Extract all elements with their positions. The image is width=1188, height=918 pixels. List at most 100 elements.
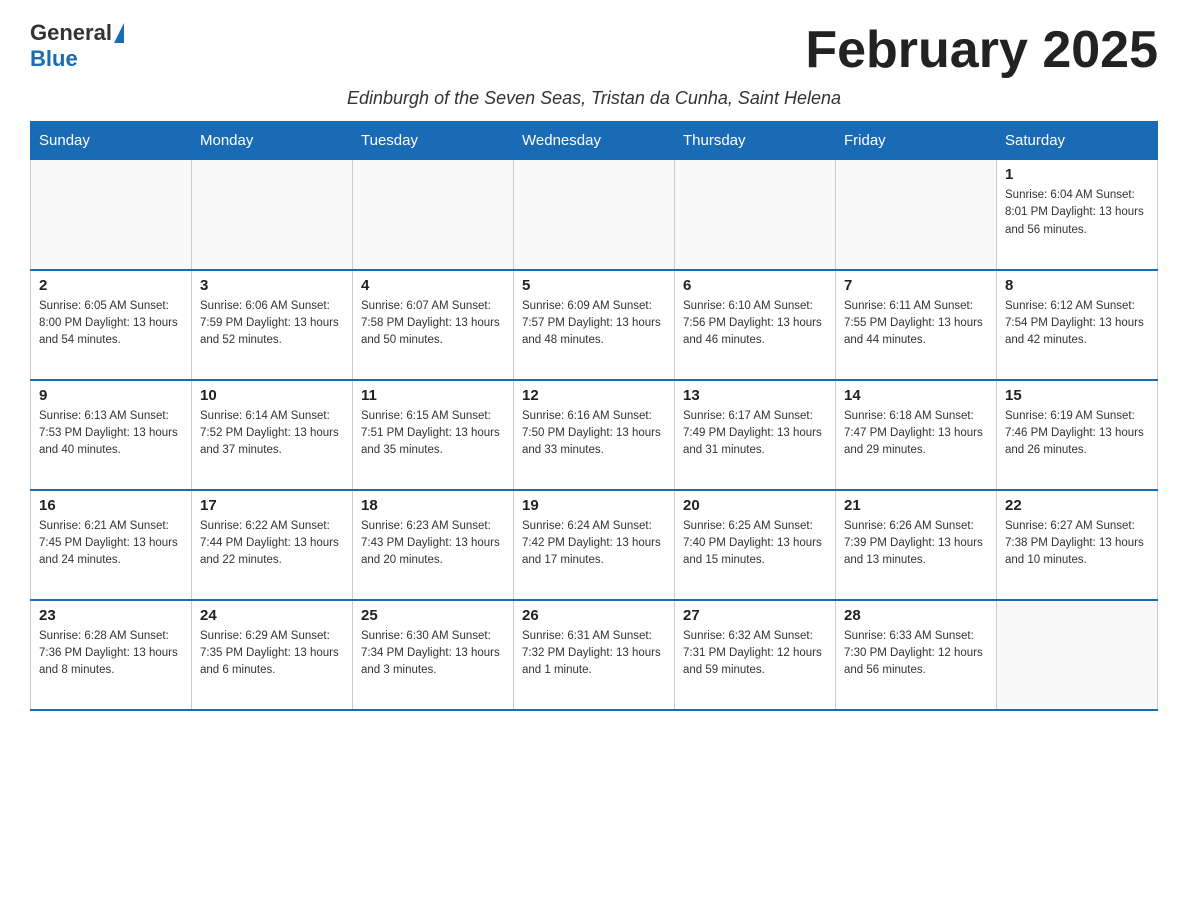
weekday-header-row: SundayMondayTuesdayWednesdayThursdayFrid… [31,122,1158,160]
weekday-header-wednesday: Wednesday [514,122,675,160]
table-row: 25 Sunrise: 6:30 AM Sunset: 7:34 PM Dayli… [353,600,514,710]
table-row: 19Sunrise: 6:24 AM Sunset: 7:42 PM Dayli… [514,490,675,600]
table-row: 24 Sunrise: 6:29 AM Sunset: 7:35 PM Dayli… [192,600,353,710]
day-info: Sunrise: 6:16 AM Sunset: 7:50 PM Dayligh… [522,408,666,460]
day-number: 7 [844,277,988,294]
table-row: 21 Sunrise: 6:26 AM Sunset: 7:39 PM Dayli… [836,490,997,600]
day-number: 3 [200,277,344,294]
day-number: 9 [39,387,183,404]
day-number: 10 [200,387,344,404]
day-info: Sunrise: 6:06 AM Sunset: 7:59 PM Dayligh… [200,298,344,350]
day-number: 1 [1005,166,1149,183]
day-info: Sunrise: 6:09 AM Sunset: 7:57 PM Dayligh… [522,298,666,350]
table-row [675,160,836,270]
day-info: Sunrise: 6:24 AM Sunset: 7:42 PM Dayligh… [522,518,666,570]
table-row: 11 Sunrise: 6:15 AM Sunset: 7:51 PM Dayli… [353,380,514,490]
month-title: February 2025 [805,20,1158,80]
day-number: 26 [522,607,666,624]
day-info: Sunrise: 6:29 AM Sunset: 7:35 PM Dayligh… [200,628,344,680]
weekday-header-thursday: Thursday [675,122,836,160]
table-row: 8 Sunrise: 6:12 AM Sunset: 7:54 PM Daylig… [997,270,1158,380]
day-number: 28 [844,607,988,624]
logo-general-text: General [30,20,112,46]
table-row [997,600,1158,710]
table-row: 16Sunrise: 6:21 AM Sunset: 7:45 PM Dayli… [31,490,192,600]
weekday-header-friday: Friday [836,122,997,160]
day-info: Sunrise: 6:14 AM Sunset: 7:52 PM Dayligh… [200,408,344,460]
day-info: Sunrise: 6:13 AM Sunset: 7:53 PM Dayligh… [39,408,183,460]
table-row: 1 Sunrise: 6:04 AM Sunset: 8:01 PM Daylig… [997,160,1158,270]
day-info: Sunrise: 6:22 AM Sunset: 7:44 PM Dayligh… [200,518,344,570]
table-row: 20 Sunrise: 6:25 AM Sunset: 7:40 PM Dayli… [675,490,836,600]
day-number: 13 [683,387,827,404]
week-row-4: 16Sunrise: 6:21 AM Sunset: 7:45 PM Dayli… [31,490,1158,600]
table-row: 2Sunrise: 6:05 AM Sunset: 8:00 PM Daylig… [31,270,192,380]
table-row: 23 Sunrise: 6:28 AM Sunset: 7:36 PM Dayli… [31,600,192,710]
day-info: Sunrise: 6:28 AM Sunset: 7:36 PM Dayligh… [39,628,183,680]
table-row: 7Sunrise: 6:11 AM Sunset: 7:55 PM Daylig… [836,270,997,380]
table-row: 4 Sunrise: 6:07 AM Sunset: 7:58 PM Daylig… [353,270,514,380]
weekday-header-saturday: Saturday [997,122,1158,160]
table-row: 14 Sunrise: 6:18 AM Sunset: 7:47 PM Dayli… [836,380,997,490]
day-info: Sunrise: 6:19 AM Sunset: 7:46 PM Dayligh… [1005,408,1149,460]
week-row-5: 23 Sunrise: 6:28 AM Sunset: 7:36 PM Dayli… [31,600,1158,710]
calendar-table: SundayMondayTuesdayWednesdayThursdayFrid… [30,121,1158,711]
logo: General Blue [30,20,126,72]
day-info: Sunrise: 6:17 AM Sunset: 7:49 PM Dayligh… [683,408,827,460]
table-row [836,160,997,270]
day-number: 15 [1005,387,1149,404]
day-info: Sunrise: 6:30 AM Sunset: 7:34 PM Dayligh… [361,628,505,680]
week-row-2: 2Sunrise: 6:05 AM Sunset: 8:00 PM Daylig… [31,270,1158,380]
day-number: 11 [361,387,505,404]
day-number: 25 [361,607,505,624]
week-row-1: 1 Sunrise: 6:04 AM Sunset: 8:01 PM Daylig… [31,160,1158,270]
day-number: 22 [1005,497,1149,514]
table-row [353,160,514,270]
table-row [31,160,192,270]
day-info: Sunrise: 6:04 AM Sunset: 8:01 PM Dayligh… [1005,187,1149,239]
day-number: 14 [844,387,988,404]
table-row: 22 Sunrise: 6:27 AM Sunset: 7:38 PM Dayli… [997,490,1158,600]
day-number: 6 [683,277,827,294]
day-info: Sunrise: 6:26 AM Sunset: 7:39 PM Dayligh… [844,518,988,570]
table-row [192,160,353,270]
weekday-header-monday: Monday [192,122,353,160]
day-number: 4 [361,277,505,294]
logo-triangle-icon [114,23,124,43]
day-number: 23 [39,607,183,624]
day-info: Sunrise: 6:07 AM Sunset: 7:58 PM Dayligh… [361,298,505,350]
day-info: Sunrise: 6:18 AM Sunset: 7:47 PM Dayligh… [844,408,988,460]
logo-blue-text: Blue [30,46,78,71]
day-number: 5 [522,277,666,294]
day-number: 18 [361,497,505,514]
table-row: 9 Sunrise: 6:13 AM Sunset: 7:53 PM Daylig… [31,380,192,490]
day-info: Sunrise: 6:25 AM Sunset: 7:40 PM Dayligh… [683,518,827,570]
day-number: 8 [1005,277,1149,294]
table-row: 27Sunrise: 6:32 AM Sunset: 7:31 PM Dayli… [675,600,836,710]
day-number: 21 [844,497,988,514]
day-number: 27 [683,607,827,624]
day-info: Sunrise: 6:12 AM Sunset: 7:54 PM Dayligh… [1005,298,1149,350]
day-number: 12 [522,387,666,404]
weekday-header-sunday: Sunday [31,122,192,160]
day-number: 20 [683,497,827,514]
day-info: Sunrise: 6:10 AM Sunset: 7:56 PM Dayligh… [683,298,827,350]
day-info: Sunrise: 6:31 AM Sunset: 7:32 PM Dayligh… [522,628,666,680]
table-row: 5 Sunrise: 6:09 AM Sunset: 7:57 PM Daylig… [514,270,675,380]
page-header: General Blue February 2025 [30,20,1158,80]
weekday-header-tuesday: Tuesday [353,122,514,160]
day-info: Sunrise: 6:05 AM Sunset: 8:00 PM Dayligh… [39,298,183,350]
day-info: Sunrise: 6:15 AM Sunset: 7:51 PM Dayligh… [361,408,505,460]
day-info: Sunrise: 6:27 AM Sunset: 7:38 PM Dayligh… [1005,518,1149,570]
day-info: Sunrise: 6:21 AM Sunset: 7:45 PM Dayligh… [39,518,183,570]
table-row: 3 Sunrise: 6:06 AM Sunset: 7:59 PM Daylig… [192,270,353,380]
table-row: 6 Sunrise: 6:10 AM Sunset: 7:56 PM Daylig… [675,270,836,380]
table-row: 12 Sunrise: 6:16 AM Sunset: 7:50 PM Dayli… [514,380,675,490]
table-row: 10 Sunrise: 6:14 AM Sunset: 7:52 PM Dayli… [192,380,353,490]
day-number: 24 [200,607,344,624]
table-row: 18Sunrise: 6:23 AM Sunset: 7:43 PM Dayli… [353,490,514,600]
day-info: Sunrise: 6:33 AM Sunset: 7:30 PM Dayligh… [844,628,988,680]
table-row: 28 Sunrise: 6:33 AM Sunset: 7:30 PM Dayli… [836,600,997,710]
week-row-3: 9 Sunrise: 6:13 AM Sunset: 7:53 PM Daylig… [31,380,1158,490]
table-row [514,160,675,270]
